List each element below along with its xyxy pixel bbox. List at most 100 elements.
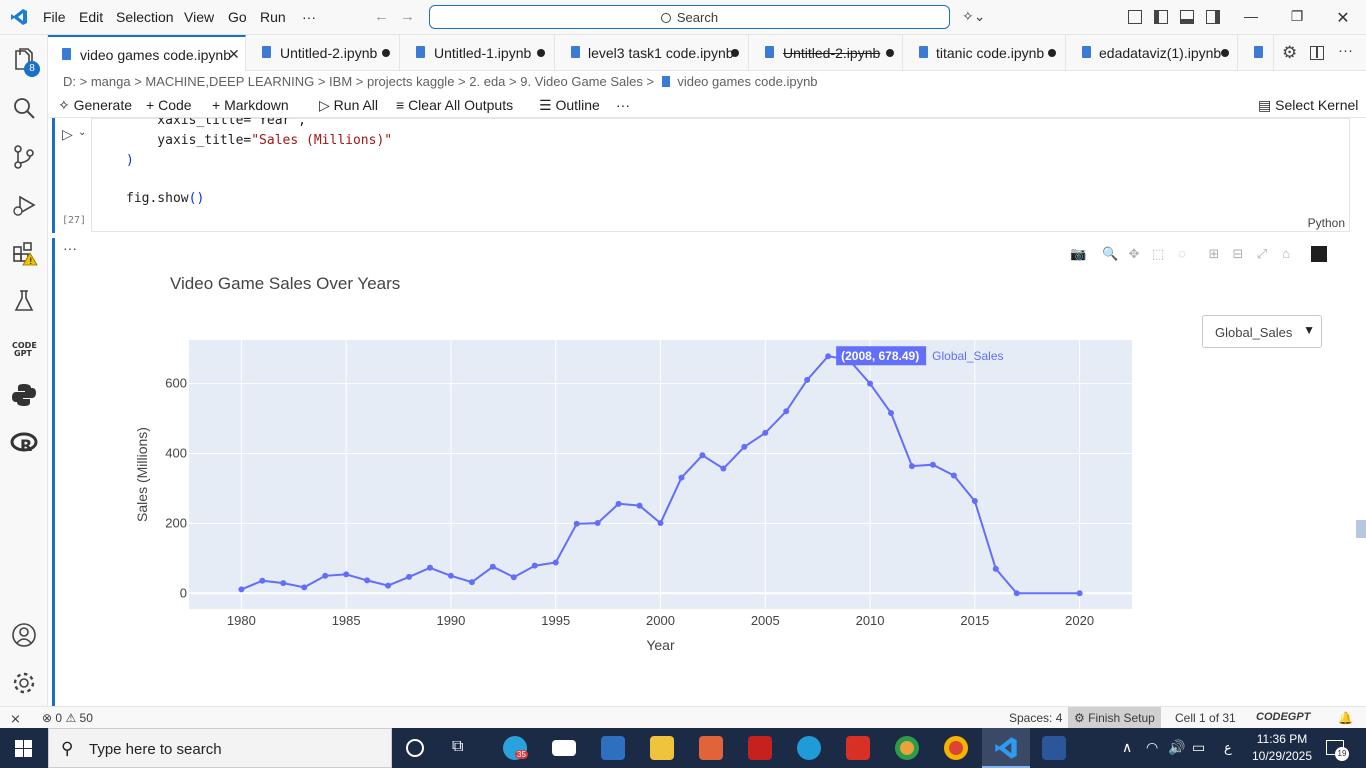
chrome-icon[interactable] [895, 736, 919, 760]
generate-button[interactable]: ✧ Generate [58, 97, 132, 114]
settings-gear-icon[interactable]: ⚙ [1282, 43, 1297, 63]
chrome-profile-icon[interactable] [944, 736, 968, 760]
more-actions-icon[interactable]: ··· [1338, 42, 1353, 59]
copilot-icon[interactable]: ✧⌄ [962, 8, 985, 25]
breadcrumb-item[interactable]: 2. eda [469, 74, 505, 89]
back-arrow-icon[interactable]: ← [374, 8, 389, 25]
command-center-search[interactable]: Search [429, 5, 950, 29]
plotly-logo-icon[interactable] [1311, 246, 1327, 262]
breadcrumb-item[interactable]: MACHINE,DEEP LEARNING [145, 74, 314, 89]
close-tab-icon[interactable]: ✕ [228, 46, 240, 63]
mail-icon[interactable] [552, 740, 576, 756]
task-view-icon[interactable]: ⧉ [452, 738, 463, 756]
search-view-icon[interactable] [10, 95, 38, 123]
minimize-icon[interactable]: — [1242, 8, 1260, 26]
breadcrumb-item[interactable]: video games code.ipynb [677, 74, 817, 89]
clock-date[interactable]: 10/29/2025 [1244, 749, 1320, 763]
finish-setup-button[interactable]: ⚙ Finish Setup [1068, 707, 1161, 729]
customize-layout-icon[interactable] [1128, 10, 1142, 24]
menu-view[interactable]: View [184, 9, 214, 25]
unsaved-dot-icon[interactable] [886, 49, 894, 57]
outline-button[interactable]: ☰ Outline [539, 97, 600, 114]
wifi-icon[interactable]: ◠ [1146, 739, 1158, 756]
breadcrumb-item[interactable]: IBM [329, 74, 352, 89]
accounts-icon[interactable] [10, 621, 38, 649]
breadcrumb-item[interactable]: manga [91, 74, 131, 89]
tab-video-games-code[interactable]: video games code.ipynb ✕ [48, 35, 246, 71]
series-dropdown[interactable]: Global_Sales ▼ [1202, 315, 1322, 348]
reset-axes-icon[interactable]: ⌂ [1278, 246, 1294, 262]
zoom-in-icon[interactable]: ⊞ [1206, 246, 1222, 262]
tab-titanic-code[interactable]: titanic code.ipynb [903, 35, 1066, 71]
indentation-status[interactable]: Spaces: 4 [1009, 711, 1062, 725]
edge-icon[interactable] [797, 736, 821, 760]
toolbar-more-button[interactable]: ··· [616, 97, 630, 113]
unsaved-dot-icon[interactable] [382, 49, 390, 57]
add-code-cell-button[interactable]: + Code [146, 97, 192, 113]
breadcrumb-item[interactable]: projects kaggle [367, 74, 454, 89]
scrollbar-thumb[interactable] [1356, 520, 1366, 538]
volume-icon[interactable]: 🔊 [1168, 739, 1185, 756]
action-center-icon[interactable]: 19 [1326, 740, 1349, 761]
tray-chevron-icon[interactable]: ∧ [1122, 739, 1132, 756]
restore-icon[interactable]: ❐ [1288, 8, 1306, 26]
menu-edit[interactable]: Edit [79, 9, 103, 25]
close-window-icon[interactable]: ✕ [1334, 8, 1352, 27]
python-icon[interactable] [10, 381, 38, 409]
testing-flask-icon[interactable] [10, 287, 38, 315]
unsaved-dot-icon[interactable] [731, 49, 739, 57]
code-cell[interactable]: xaxis_title="Year", yaxis_title="Sales (… [91, 118, 1350, 232]
tab-overflow[interactable] [1238, 35, 1274, 71]
cell-chevron-icon[interactable]: ⌄ [78, 127, 86, 138]
tab-untitled-2[interactable]: Untitled-2.ipynb [246, 35, 400, 71]
add-markdown-cell-button[interactable]: + Markdown [212, 97, 289, 113]
explorer-icon[interactable]: 8 [10, 47, 40, 77]
telegram-icon[interactable]: 35 [503, 736, 528, 760]
tab-untitled-1[interactable]: Untitled-1.ipynb [400, 35, 555, 71]
r-language-icon[interactable]: R [10, 429, 38, 457]
gmail-icon[interactable] [748, 736, 772, 760]
notifications-bell-icon[interactable]: 🔔 [1338, 711, 1353, 725]
toggle-panel-icon[interactable] [1180, 10, 1194, 24]
word-icon[interactable] [1042, 736, 1066, 760]
run-cell-icon[interactable]: ▷ [62, 126, 73, 143]
output-more-button[interactable]: ··· [63, 240, 77, 256]
cortana-icon[interactable] [406, 739, 424, 757]
unsaved-dot-icon[interactable] [1221, 49, 1229, 57]
zoom-out-icon[interactable]: ⊟ [1230, 246, 1246, 262]
autoscale-icon[interactable]: ⤢ [1254, 246, 1270, 262]
tab-untitled-2-deleted[interactable]: Untitled-2.ipynb [749, 35, 903, 71]
gmail-app-icon[interactable] [846, 736, 870, 760]
select-kernel-button[interactable]: ▤ Select Kernel [1258, 97, 1358, 114]
battery-icon[interactable]: ▭ [1192, 739, 1205, 756]
photos-icon[interactable] [601, 736, 625, 760]
extensions-icon[interactable]: ! [10, 239, 38, 267]
source-control-icon[interactable] [10, 143, 38, 171]
breadcrumb-item[interactable]: 9. Video Game Sales [520, 74, 643, 89]
vscode-taskbar-button[interactable] [982, 728, 1030, 768]
cell-language[interactable]: Python [1308, 216, 1345, 230]
tab-level3-task1[interactable]: level3 task1 code.ipynb [555, 35, 749, 71]
menu-go[interactable]: Go [228, 9, 247, 25]
clock-time[interactable]: 11:36 PM [1250, 732, 1314, 746]
file-explorer-icon[interactable] [650, 736, 674, 760]
codegpt-icon[interactable]: CODE GPT [10, 335, 38, 363]
toggle-secondary-sidebar-icon[interactable] [1206, 10, 1220, 24]
manage-gear-icon[interactable] [10, 669, 38, 697]
input-language[interactable]: ع [1224, 740, 1232, 756]
windows-start-icon[interactable] [15, 740, 32, 757]
toggle-sidebar-icon[interactable] [1154, 10, 1168, 24]
clear-outputs-button[interactable]: ≡ Clear All Outputs [396, 97, 513, 113]
remote-icon[interactable]: ⨯ [10, 711, 21, 727]
tab-edadataviz[interactable]: edadataviz(1).ipynb [1066, 35, 1238, 71]
taskbar-search-box[interactable]: ⚲ Type here to search [48, 728, 392, 768]
breadcrumb-item[interactable]: D: [63, 74, 76, 89]
run-all-button[interactable]: ▷ Run All [319, 97, 378, 114]
cell-position[interactable]: Cell 1 of 31 [1175, 711, 1236, 725]
run-debug-icon[interactable] [10, 191, 38, 219]
unsaved-dot-icon[interactable] [1048, 49, 1056, 57]
menu-run[interactable]: Run [260, 9, 286, 25]
brave-browser-icon[interactable] [699, 736, 723, 760]
codegpt-status[interactable]: CODEGPT [1256, 711, 1310, 723]
menu-selection[interactable]: Selection [116, 9, 174, 25]
